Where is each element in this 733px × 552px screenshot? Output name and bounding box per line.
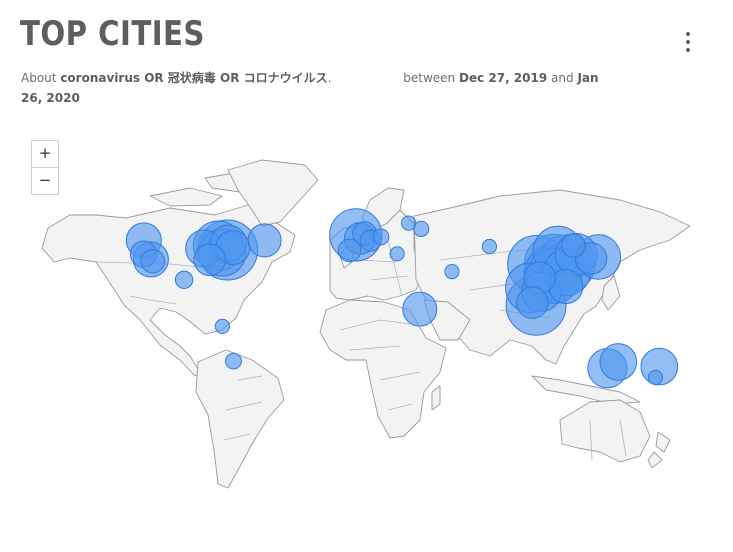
world-map[interactable] bbox=[0, 0, 733, 552]
city-bubble[interactable] bbox=[140, 248, 165, 274]
city-bubble[interactable] bbox=[402, 291, 438, 327]
city-bubble[interactable] bbox=[561, 233, 586, 258]
city-bubble[interactable] bbox=[337, 238, 362, 263]
land-south-america bbox=[195, 349, 285, 489]
city-bubble[interactable] bbox=[401, 215, 417, 231]
city-bubble[interactable] bbox=[516, 286, 549, 319]
city-bubble[interactable] bbox=[247, 223, 282, 258]
city-bubble[interactable] bbox=[647, 369, 664, 386]
city-bubble[interactable] bbox=[174, 270, 194, 289]
zoom-in-button[interactable]: + bbox=[32, 141, 58, 167]
city-bubble[interactable] bbox=[214, 318, 230, 334]
city-bubble[interactable] bbox=[389, 246, 405, 262]
land-madagascar bbox=[431, 385, 441, 411]
zoom-out-button[interactable]: − bbox=[32, 167, 58, 194]
city-bubble[interactable] bbox=[225, 352, 242, 370]
land-indonesia bbox=[531, 375, 641, 405]
city-bubble[interactable] bbox=[444, 264, 460, 280]
city-bubble[interactable] bbox=[193, 243, 226, 276]
world-land bbox=[41, 159, 691, 489]
land-australia bbox=[559, 399, 651, 463]
city-bubble[interactable] bbox=[372, 228, 390, 246]
land-new-zealand bbox=[647, 431, 671, 469]
city-bubble[interactable] bbox=[481, 238, 497, 255]
zoom-control: + − bbox=[31, 140, 59, 195]
city-bubble[interactable] bbox=[599, 343, 638, 381]
